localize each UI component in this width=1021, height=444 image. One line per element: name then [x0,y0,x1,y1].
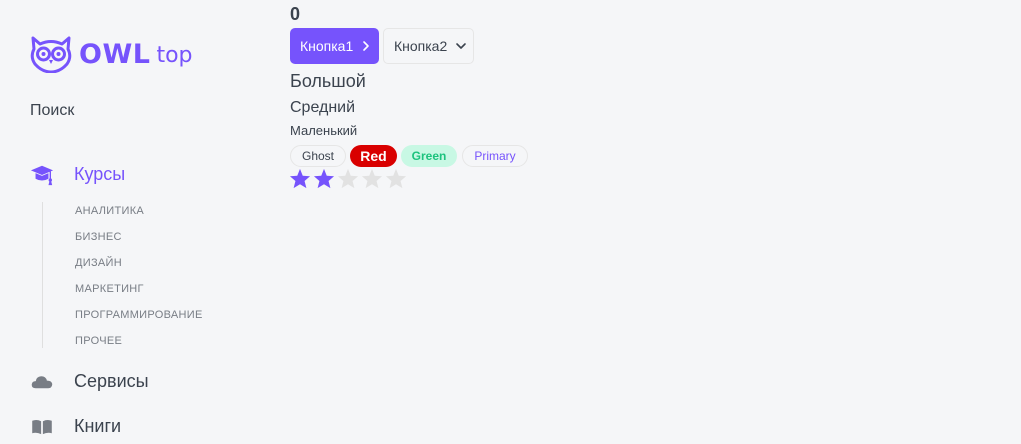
sidebar-item-courses[interactable]: Курсы [30,164,125,185]
button2-label: Кнопка2 [394,38,448,54]
logo-top-text: top [156,43,193,68]
rating[interactable] [289,168,409,189]
submenu-item-design[interactable]: ДИЗАЙН [75,257,122,269]
star-filled-icon[interactable] [313,168,335,189]
button2[interactable]: Кнопка2 [383,28,474,64]
counter-value: 0 [290,4,301,24]
cloud-icon [30,372,54,392]
chevron-right-icon [361,40,371,52]
star-empty-icon[interactable] [385,168,407,189]
sidebar-item-label: Курсы [74,164,126,184]
tag-primary: Primary [462,145,528,167]
sidebar-item-label: Сервисы [74,371,149,391]
sidebar-item-books[interactable]: Книги [30,416,121,437]
sidebar: OWL top Поиск Курсы АНАЛИТИКА БИЗНЕС ДИЗ… [0,0,270,444]
owl-logo-icon [30,35,72,73]
tag-green: Green [401,145,457,167]
heading-small: Маленький [290,123,358,138]
submenu-item-business[interactable]: БИЗНЕС [75,231,122,243]
submenu-item-analytics[interactable]: АНАЛИТИКА [75,205,144,217]
tag-red: Red [350,145,397,167]
app-root: OWL top Поиск Курсы АНАЛИТИКА БИЗНЕС ДИЗ… [0,0,1021,444]
star-filled-icon[interactable] [289,168,311,189]
book-icon [30,417,54,437]
heading-large: Большой [290,71,366,91]
graduation-cap-icon [30,165,54,185]
chevron-down-icon [455,41,467,51]
submenu-item-programming[interactable]: ПРОГРАММИРОВАНИЕ [75,309,203,321]
sidebar-item-label: Книги [74,416,122,436]
button1-label: Кнопка1 [300,38,354,54]
logo[interactable]: OWL top [30,34,193,74]
button1[interactable]: Кнопка1 [290,28,379,64]
sidebar-item-services[interactable]: Сервисы [30,371,149,392]
search-label[interactable]: Поиск [30,102,74,120]
star-empty-icon[interactable] [337,168,359,189]
submenu-item-other[interactable]: ПРОЧЕЕ [75,335,122,347]
logo-owl-text: OWL [79,38,151,70]
submenu-item-marketing[interactable]: МАРКЕТИНГ [75,283,144,295]
star-empty-icon[interactable] [361,168,383,189]
heading-medium: Средний [290,99,356,116]
tag-ghost: Ghost [290,145,346,167]
courses-submenu: АНАЛИТИКА БИЗНЕС ДИЗАЙН МАРКЕТИНГ ПРОГРА… [42,202,242,348]
